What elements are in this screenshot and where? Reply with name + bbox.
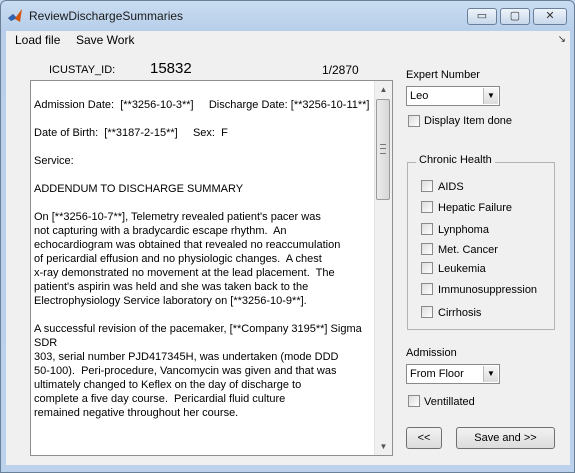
icustay-value: 15832 — [150, 60, 192, 77]
title-bar: ReviewDischargeSummaries ▭ ▢ ✕ — [1, 1, 574, 31]
cirrhosis-label: Cirrhosis — [438, 307, 482, 319]
immunosuppression-label: Immunosuppression — [438, 284, 538, 296]
admission-select[interactable]: From Floor ▼ — [406, 364, 500, 384]
dock-arrow-icon[interactable]: ↘ — [558, 34, 566, 45]
app-window: ReviewDischargeSummaries ▭ ▢ ✕ Load file… — [0, 0, 575, 473]
hepatic-failure-checkbox[interactable] — [421, 201, 433, 213]
met-cancer-checkbox[interactable] — [421, 243, 433, 255]
admission-selected-value: From Floor — [410, 368, 464, 380]
scroll-thumb[interactable] — [376, 99, 390, 200]
expert-number-label: Expert Number — [406, 69, 480, 81]
met-cancer-label: Met. Cancer — [438, 244, 498, 256]
menu-load-file[interactable]: Load file — [15, 33, 60, 47]
expert-select[interactable]: Leo ▼ — [406, 86, 500, 106]
maximize-icon: ▢ — [509, 10, 521, 22]
immunosuppression-checkbox[interactable] — [421, 283, 433, 295]
leukemia-checkbox[interactable] — [421, 262, 433, 274]
icustay-label: ICUSTAY_ID: — [49, 64, 116, 76]
lynphoma-checkbox[interactable] — [421, 223, 433, 235]
chronic-health-title: Chronic Health — [416, 154, 495, 166]
display-done-checkbox[interactable] — [408, 115, 420, 127]
aids-checkbox[interactable] — [421, 180, 433, 192]
maximize-button[interactable]: ▢ — [500, 8, 530, 25]
dropdown-icon: ▼ — [483, 88, 498, 104]
aids-label: AIDS — [438, 181, 464, 193]
leukemia-label: Leukemia — [438, 263, 486, 275]
save-and-next-button[interactable]: Save and >> — [456, 427, 555, 449]
window-title: ReviewDischargeSummaries — [29, 9, 184, 23]
close-icon: ✕ — [545, 10, 555, 22]
admission-label: Admission — [406, 347, 457, 359]
ventilated-checkbox[interactable] — [408, 395, 420, 407]
menu-bar: Load file Save Work ↘ — [6, 31, 570, 51]
summary-scrollbar[interactable]: ▲ ▼ — [374, 81, 392, 455]
summary-text: Admission Date: [**3256-10-3**] Discharg… — [34, 99, 370, 419]
minimize-icon: ▭ — [476, 10, 488, 22]
dropdown-icon: ▼ — [483, 366, 498, 382]
previous-button[interactable]: << — [406, 427, 442, 449]
scroll-up-icon[interactable]: ▲ — [375, 81, 392, 98]
grip-icon — [380, 144, 386, 154]
cirrhosis-checkbox[interactable] — [421, 306, 433, 318]
close-button[interactable]: ✕ — [533, 8, 567, 25]
summary-textbox[interactable]: Admission Date: [**3256-10-3**] Discharg… — [30, 80, 393, 456]
hepatic-failure-label: Hepatic Failure — [438, 202, 512, 214]
expert-selected-value: Leo — [410, 90, 429, 102]
matlab-icon — [8, 9, 22, 22]
record-counter: 1/2870 — [322, 63, 359, 77]
ventilated-label: Ventillated — [424, 396, 475, 408]
menu-save-work[interactable]: Save Work — [76, 33, 134, 47]
scroll-down-icon[interactable]: ▼ — [375, 438, 392, 455]
display-done-label: Display Item done — [424, 115, 513, 127]
lynphoma-label: Lynphoma — [438, 224, 489, 236]
main-panel: ICUSTAY_ID: 15832 1/2870 Admission Date:… — [6, 51, 570, 465]
minimize-button[interactable]: ▭ — [467, 8, 497, 25]
